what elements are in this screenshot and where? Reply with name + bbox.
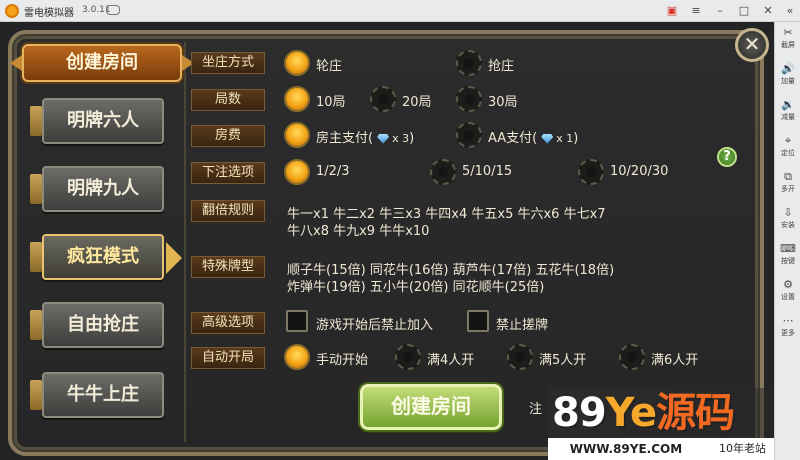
radio-unselected-icon[interactable] — [370, 86, 396, 112]
mode-tab-niuniu-banker[interactable]: 牛牛上庄 — [30, 372, 164, 418]
mode-tab-open-nine[interactable]: 明牌九人 — [30, 166, 164, 212]
radio-selected-icon[interactable] — [284, 86, 310, 112]
keyboard-icon: ⌨ — [780, 242, 796, 255]
fee-label: 房费 — [191, 125, 265, 147]
radio-unselected-icon[interactable] — [456, 50, 482, 76]
multi-window-icon: ⧉ — [784, 170, 792, 183]
sidebar-item-keymap[interactable]: ⌨ 按键 — [775, 242, 800, 272]
multiplier-rules-line2: 牛八x8 牛九x9 牛牛x10 — [287, 224, 430, 239]
radio-selected-icon[interactable] — [284, 122, 310, 148]
sidebar-item-volume-up[interactable]: 🔊 加量 — [775, 62, 800, 92]
note-text: 注 — [529, 402, 543, 417]
radio-unselected-icon[interactable] — [507, 344, 533, 370]
sidebar-item-location[interactable]: ⌖ 定位 — [775, 134, 800, 164]
window-close-icon[interactable]: ✕ — [760, 3, 776, 19]
bet-label: 下注选项 — [191, 162, 265, 184]
gear-icon: ⚙ — [783, 278, 793, 291]
radio-unselected-icon[interactable] — [456, 86, 482, 112]
scissors-icon: ✂ — [783, 26, 793, 39]
sidebar-toggle-icon[interactable]: « — [782, 3, 798, 19]
radio-unselected-icon[interactable] — [395, 344, 421, 370]
mode-tab-free-grab[interactable]: 自由抢庄 — [30, 302, 164, 348]
radio-selected-icon[interactable] — [284, 159, 310, 185]
no-card-rub-checkbox[interactable] — [467, 310, 489, 332]
sidebar-item-multi[interactable]: ⧉ 多开 — [775, 170, 800, 200]
radio-selected-icon[interactable] — [284, 344, 310, 370]
volume-up-icon: 🔊 — [781, 62, 795, 75]
watermark-logo: 89Ye源码 WWW.89YE.COM 10年老站 — [548, 388, 774, 460]
emulator-title: 雷电模拟器 — [24, 8, 74, 19]
more-icon: ⋯ — [782, 314, 794, 327]
sidebar-item-volume-down[interactable]: 🔉 减量 — [775, 98, 800, 128]
no-join-after-start-label: 游戏开始后禁止加入 — [316, 318, 434, 333]
radio-unselected-icon[interactable] — [619, 344, 645, 370]
special-label: 特殊牌型 — [191, 256, 265, 278]
no-card-rub-label: 禁止搓牌 — [496, 318, 549, 333]
mode-tab-open-six[interactable]: 明牌六人 — [30, 98, 164, 144]
autostart-label: 自动开局 — [191, 347, 265, 369]
sidebar-item-screenshot[interactable]: ✂ 截屏 — [775, 26, 800, 56]
gamepad-icon[interactable] — [106, 5, 120, 15]
emulator-logo-icon — [5, 4, 19, 18]
banker-label: 坐庄方式 — [191, 52, 265, 74]
settings-area — [184, 42, 724, 442]
volume-down-icon: 🔉 — [781, 98, 795, 111]
multiplier-label: 翻倍规则 — [191, 200, 265, 222]
help-icon[interactable]: ? — [717, 147, 737, 167]
watermark-url: WWW.89YE.COM — [548, 438, 704, 460]
advanced-label: 高级选项 — [191, 312, 265, 334]
sidebar-item-install[interactable]: ⇩ 安装 — [775, 206, 800, 236]
maximize-icon[interactable]: □ — [736, 3, 752, 19]
emulator-titlebar: 雷电模拟器 3.0.11 ▣ ≡ – □ ✕ « — [0, 0, 800, 22]
sidebar-item-settings[interactable]: ⚙ 设置 — [775, 278, 800, 308]
install-apk-icon: ⇩ — [783, 206, 793, 219]
special-hands-line2: 炸弹牛(19倍) 五小牛(20倍) 同花顺牛(25倍) — [287, 280, 545, 295]
close-icon[interactable]: ✕ — [735, 28, 769, 62]
radio-unselected-icon[interactable] — [456, 122, 482, 148]
no-join-after-start-checkbox[interactable] — [286, 310, 308, 332]
emulator-sidebar: ✂ 截屏 🔊 加量 🔉 减量 ⌖ 定位 ⧉ 多开 ⇩ 安装 ⌨ 按键 ⚙ 设置 … — [774, 22, 800, 460]
create-room-header: 创建房间 — [10, 44, 194, 82]
create-room-button[interactable]: 创建房间 — [360, 384, 502, 430]
mode-tab-crazy[interactable]: 疯狂模式 — [30, 234, 182, 280]
diamond-icon — [377, 133, 390, 144]
gift-icon[interactable]: ▣ — [664, 3, 680, 19]
sidebar-item-more[interactable]: ⋯ 更多 — [775, 314, 800, 344]
diamond-icon — [541, 133, 554, 144]
radio-unselected-icon[interactable] — [430, 159, 456, 185]
radio-unselected-icon[interactable] — [578, 159, 604, 185]
radio-selected-icon[interactable] — [284, 50, 310, 76]
menu-icon[interactable]: ≡ — [688, 3, 704, 19]
rounds-label: 局数 — [191, 89, 265, 111]
watermark-tag: 10年老站 — [704, 438, 774, 460]
minimize-icon[interactable]: – — [712, 3, 728, 19]
location-icon: ⌖ — [784, 134, 792, 147]
